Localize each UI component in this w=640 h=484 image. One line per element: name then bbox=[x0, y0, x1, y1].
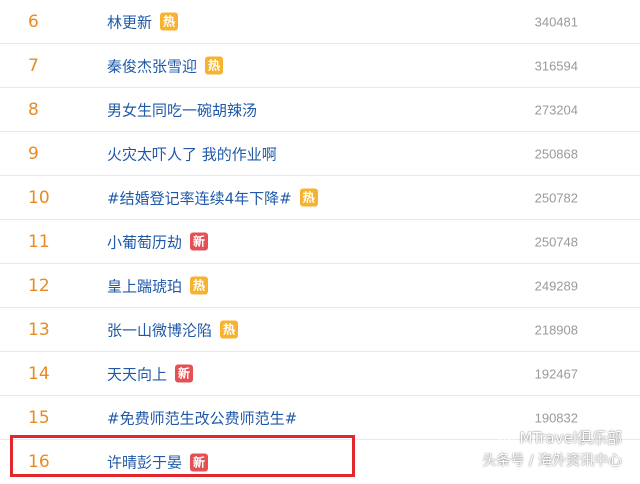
watermark-brand: MTravel俱乐部 bbox=[482, 427, 622, 448]
search-count: 316594 bbox=[534, 58, 578, 73]
topic-link[interactable]: #结婚登记率连续4年下降# bbox=[107, 187, 292, 208]
rank-number: 13 bbox=[28, 319, 50, 340]
title-group: 许晴彭于晏 新 bbox=[107, 452, 209, 473]
list-item[interactable]: 6 林更新 热 340481 bbox=[0, 0, 640, 44]
rank-number: 10 bbox=[28, 187, 50, 208]
wechat-icon bbox=[499, 431, 516, 444]
topic-link[interactable]: 男女生同吃一碗胡辣汤 bbox=[107, 99, 257, 120]
search-count: 250748 bbox=[534, 234, 578, 249]
rank-number: 15 bbox=[28, 407, 50, 428]
search-count: 250782 bbox=[534, 190, 578, 205]
title-group: #免费师范生改公费师范生# bbox=[107, 407, 297, 428]
search-count: 249289 bbox=[534, 278, 578, 293]
title-group: 火灾太吓人了 我的作业啊 bbox=[107, 143, 277, 164]
topic-link[interactable]: #免费师范生改公费师范生# bbox=[107, 407, 297, 428]
hot-badge: 热 bbox=[220, 320, 239, 339]
search-count: 190832 bbox=[534, 410, 578, 425]
topic-link[interactable]: 秦俊杰张雪迎 bbox=[107, 55, 197, 76]
title-group: #结婚登记率连续4年下降# 热 bbox=[107, 187, 318, 208]
rank-number: 9 bbox=[28, 143, 39, 164]
topic-link[interactable]: 张一山微博沦陷 bbox=[107, 319, 212, 340]
list-item[interactable]: 14 天天向上 新 192467 bbox=[0, 352, 640, 396]
watermark-line1: MTravel俱乐部 bbox=[519, 429, 622, 447]
topic-link[interactable]: 林更新 bbox=[107, 11, 152, 32]
title-group: 天天向上 新 bbox=[107, 363, 194, 384]
hot-badge: 热 bbox=[190, 276, 209, 295]
hot-search-list: 6 林更新 热 340481 7 秦俊杰张雪迎 热 316594 8 男女生同吃… bbox=[0, 0, 640, 480]
list-item[interactable]: 11 小葡萄历劫 新 250748 bbox=[0, 220, 640, 264]
rank-number: 16 bbox=[28, 452, 50, 472]
list-item[interactable]: 7 秦俊杰张雪迎 热 316594 bbox=[0, 44, 640, 88]
new-badge: 新 bbox=[175, 364, 194, 383]
search-count: 273204 bbox=[534, 102, 578, 117]
title-group: 皇上踹琥珀 热 bbox=[107, 275, 209, 296]
title-group: 男女生同吃一碗胡辣汤 bbox=[107, 99, 257, 120]
topic-link[interactable]: 天天向上 bbox=[107, 363, 167, 384]
title-group: 秦俊杰张雪迎 热 bbox=[107, 55, 224, 76]
list-item[interactable]: 8 男女生同吃一碗胡辣汤 273204 bbox=[0, 88, 640, 132]
list-item[interactable]: 9 火灾太吓人了 我的作业啊 250868 bbox=[0, 132, 640, 176]
hot-badge: 热 bbox=[160, 12, 179, 31]
rank-number: 11 bbox=[28, 231, 50, 252]
hot-badge: 热 bbox=[205, 56, 224, 75]
title-group: 张一山微博沦陷 热 bbox=[107, 319, 239, 340]
list-item[interactable]: 13 张一山微博沦陷 热 218908 bbox=[0, 308, 640, 352]
search-count: 192467 bbox=[534, 366, 578, 381]
topic-link[interactable]: 火灾太吓人了 我的作业啊 bbox=[107, 143, 277, 164]
title-group: 林更新 热 bbox=[107, 11, 179, 32]
new-badge: 新 bbox=[190, 453, 209, 471]
list-item[interactable]: 10 #结婚登记率连续4年下降# 热 250782 bbox=[0, 176, 640, 220]
search-count: 340481 bbox=[534, 14, 578, 29]
rank-number: 14 bbox=[28, 363, 50, 384]
rank-number: 8 bbox=[28, 99, 39, 120]
title-group: 小葡萄历劫 新 bbox=[107, 231, 209, 252]
rank-number: 12 bbox=[28, 275, 50, 296]
watermark-line2: 头条号 / 海外资讯中心 bbox=[482, 453, 622, 469]
watermark: MTravel俱乐部 头条号 / 海外资讯中心 bbox=[482, 427, 622, 470]
hot-badge: 热 bbox=[299, 188, 318, 207]
search-count: 218908 bbox=[534, 322, 578, 337]
rank-number: 6 bbox=[28, 11, 39, 32]
topic-link[interactable]: 小葡萄历劫 bbox=[107, 231, 182, 252]
search-count: 250868 bbox=[534, 146, 578, 161]
topic-link[interactable]: 许晴彭于晏 bbox=[107, 452, 182, 473]
list-item[interactable]: 12 皇上踹琥珀 热 249289 bbox=[0, 264, 640, 308]
topic-link[interactable]: 皇上踹琥珀 bbox=[107, 275, 182, 296]
rank-number: 7 bbox=[28, 55, 39, 76]
new-badge: 新 bbox=[190, 232, 209, 251]
